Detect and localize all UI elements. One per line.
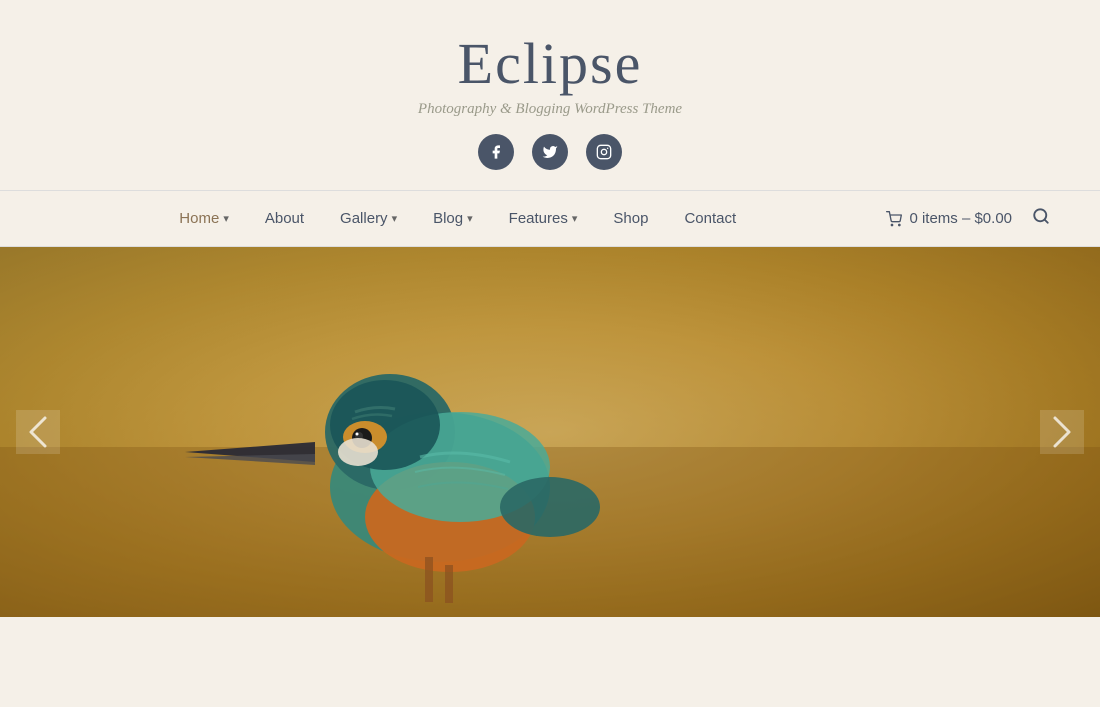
slider-next-button[interactable] bbox=[1040, 410, 1084, 454]
nav-item-shop[interactable]: Shop bbox=[595, 194, 666, 243]
nav-item-contact[interactable]: Contact bbox=[666, 194, 754, 243]
cart-label: 0 items – $0.00 bbox=[909, 210, 1012, 227]
prev-arrow-icon bbox=[27, 414, 49, 450]
cart-button[interactable]: 0 items – $0.00 bbox=[875, 194, 1022, 243]
nav-item-blog[interactable]: Blog ▾ bbox=[415, 194, 491, 243]
instagram-icon[interactable] bbox=[586, 134, 622, 170]
search-button[interactable] bbox=[1022, 191, 1060, 246]
hero-bird-image bbox=[0, 247, 1100, 617]
nav-item-gallery[interactable]: Gallery ▾ bbox=[322, 194, 415, 243]
slider-prev-button[interactable] bbox=[16, 410, 60, 454]
search-icon bbox=[1032, 207, 1050, 225]
next-arrow-icon bbox=[1051, 414, 1073, 450]
cart-icon bbox=[885, 211, 903, 227]
nav-list: Home ▾ About Gallery ▾ Blog ▾ Features ▾… bbox=[40, 194, 875, 243]
social-icons-bar bbox=[478, 134, 622, 170]
site-tagline: Photography & Blogging WordPress Theme bbox=[418, 101, 682, 118]
main-nav: Home ▾ About Gallery ▾ Blog ▾ Features ▾… bbox=[0, 190, 1100, 247]
nav-item-home[interactable]: Home ▾ bbox=[161, 194, 247, 243]
features-dropdown-icon: ▾ bbox=[572, 212, 578, 225]
nav-item-features[interactable]: Features ▾ bbox=[491, 194, 596, 243]
hero-slider bbox=[0, 247, 1100, 617]
facebook-icon[interactable] bbox=[478, 134, 514, 170]
gallery-dropdown-icon: ▾ bbox=[392, 212, 398, 225]
site-header: Eclipse Photography & Blogging WordPress… bbox=[0, 0, 1100, 190]
twitter-icon[interactable] bbox=[532, 134, 568, 170]
home-dropdown-icon: ▾ bbox=[223, 212, 229, 225]
nav-item-about[interactable]: About bbox=[247, 194, 322, 243]
blog-dropdown-icon: ▾ bbox=[467, 212, 473, 225]
site-title: Eclipse bbox=[458, 30, 643, 97]
